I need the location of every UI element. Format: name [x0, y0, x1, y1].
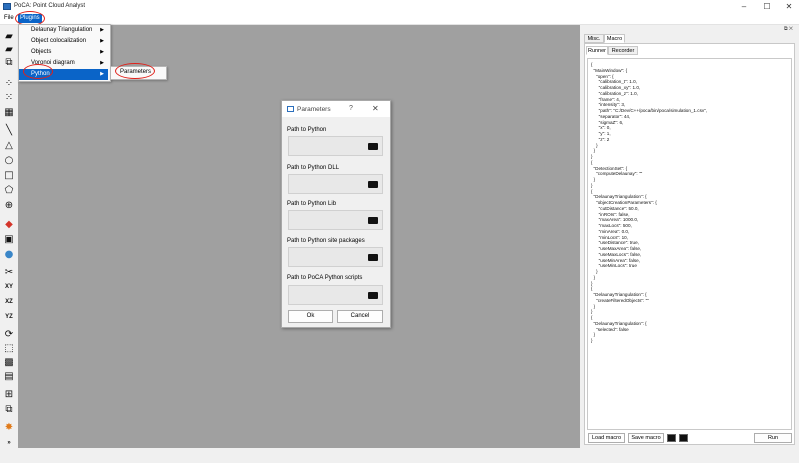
- grid-icon[interactable]: ▦: [3, 107, 15, 118]
- parameters-highlight-ring: [115, 63, 155, 79]
- macro-editor[interactable]: { "MainWindow": { "open": { "calibration…: [587, 58, 792, 430]
- folder-open-icon[interactable]: ▰: [3, 31, 15, 42]
- load-macro-button[interactable]: Load macro: [588, 433, 625, 443]
- crosshair-icon[interactable]: ⊕: [3, 200, 15, 211]
- menu-item-delaunay-triangulation[interactable]: Delaunay Triangulation ▶: [19, 25, 108, 36]
- folder-open-icon[interactable]: ▰: [3, 44, 15, 55]
- dialog-close-button[interactable]: ✕: [372, 104, 379, 113]
- folder-open-icon[interactable]: [368, 143, 378, 150]
- minimize-button[interactable]: –: [737, 2, 751, 12]
- path-python-lib-label: Path to Python Lib: [287, 201, 337, 207]
- copy-icon[interactable]: ⧉: [3, 404, 15, 415]
- tile-icon[interactable]: ⊞: [3, 389, 15, 400]
- color-map-icon[interactable]: ◆: [3, 219, 15, 230]
- square-tool-icon[interactable]: □: [3, 170, 15, 181]
- tab-runner[interactable]: Runner: [586, 46, 608, 55]
- folder-open-icon[interactable]: [368, 292, 378, 299]
- folder-open-icon[interactable]: [368, 254, 378, 261]
- palette-icon[interactable]: ▣: [3, 234, 15, 245]
- view-yz-button[interactable]: YZ: [3, 312, 15, 323]
- macro-text: { "MainWindow": { "open": { "calibration…: [591, 62, 708, 343]
- triangle-tool-icon[interactable]: △: [3, 140, 15, 151]
- tab-misc[interactable]: Misc.: [584, 34, 604, 43]
- path-python-label: Path to Python: [287, 127, 327, 133]
- dialog-title: Parameters: [297, 106, 331, 113]
- python-icon[interactable]: ✸: [3, 422, 15, 433]
- folder-open-icon[interactable]: [667, 434, 676, 442]
- path-python-site-packages-label: Path to Python site packages: [287, 238, 365, 244]
- save-macro-button[interactable]: Save macro: [628, 433, 664, 443]
- python-highlight-ring: [23, 64, 53, 79]
- app-icon: [3, 3, 11, 10]
- folder-open-icon[interactable]: [368, 181, 378, 188]
- polygon-tool-icon[interactable]: ⬠: [3, 185, 15, 196]
- ok-button[interactable]: Ok: [288, 310, 333, 323]
- submenu-arrow-icon: ▶: [100, 27, 104, 33]
- scatter-select-icon[interactable]: ⁙: [3, 92, 15, 103]
- submenu-arrow-icon: ▶: [100, 71, 104, 77]
- font-size-icon[interactable]: ▤: [3, 371, 15, 382]
- dialog-title-bar: Parameters ? ✕: [282, 101, 390, 117]
- rotate-icon[interactable]: ⟳: [3, 329, 15, 340]
- line-tool-icon[interactable]: ╲: [3, 125, 15, 136]
- path-python-lib-field[interactable]: [288, 210, 383, 230]
- tab-recorder[interactable]: Recorder: [608, 46, 638, 55]
- path-poca-python-scripts-field[interactable]: [288, 285, 383, 305]
- view-xz-button[interactable]: XZ: [3, 297, 15, 308]
- tab-macro[interactable]: Macro: [604, 34, 625, 43]
- path-python-dll-field[interactable]: [288, 174, 383, 194]
- submenu-arrow-icon: ▶: [100, 38, 104, 44]
- run-button[interactable]: Run: [754, 433, 792, 443]
- dialog-help-button[interactable]: ?: [349, 105, 353, 112]
- menu-file[interactable]: File: [2, 14, 16, 23]
- maximize-button[interactable]: ☐: [760, 2, 774, 12]
- path-python-dll-label: Path to Python DLL: [287, 165, 340, 171]
- menu-item-objects[interactable]: Objects ▶: [19, 47, 108, 58]
- submenu-arrow-icon: ▶: [100, 60, 104, 66]
- sphere-icon[interactable]: ●: [3, 249, 15, 260]
- window-title: PoCA: Point Cloud Analyst: [14, 3, 86, 9]
- folder-open-icon[interactable]: [368, 217, 378, 224]
- view-xy-button[interactable]: XY: [3, 282, 15, 293]
- dock-float-close-controls[interactable]: ⧉ ✕: [784, 26, 793, 32]
- menu-item-object-colocalization[interactable]: Object colocalization ▶: [19, 36, 108, 47]
- dialog-app-icon: [287, 106, 294, 112]
- submenu-arrow-icon: ▶: [100, 49, 104, 55]
- parameters-dialog: Parameters ? ✕ Path to Python Path to Py…: [281, 100, 391, 328]
- cancel-button[interactable]: Cancel: [337, 310, 383, 323]
- left-toolbar: ▰ ▰ ⧉ ⁘ ⁙ ▦ ╲ △ ○ □ ⬠ ⊕ ◆ ▣ ● ✂ XY XZ YZ…: [0, 25, 18, 463]
- status-bar: [0, 448, 799, 463]
- path-poca-python-scripts-label: Path to PoCA Python scripts: [287, 275, 363, 281]
- circle-tool-icon[interactable]: ○: [3, 155, 15, 166]
- path-python-field[interactable]: [288, 136, 383, 156]
- path-python-site-packages-field[interactable]: [288, 247, 383, 267]
- menu-bar: File Plugins: [0, 13, 799, 25]
- import-icon[interactable]: ⧉: [3, 57, 15, 68]
- cut-icon[interactable]: ✂: [3, 267, 15, 278]
- scatter-icon[interactable]: ⁘: [3, 78, 15, 89]
- folder-save-icon[interactable]: [679, 434, 688, 442]
- bounding-box-icon[interactable]: ⬚: [3, 343, 15, 354]
- close-button[interactable]: ✕: [782, 2, 796, 12]
- grid-toggle-icon[interactable]: ▩: [3, 357, 15, 368]
- title-bar: PoCA: Point Cloud Analyst – ☐ ✕: [0, 0, 799, 13]
